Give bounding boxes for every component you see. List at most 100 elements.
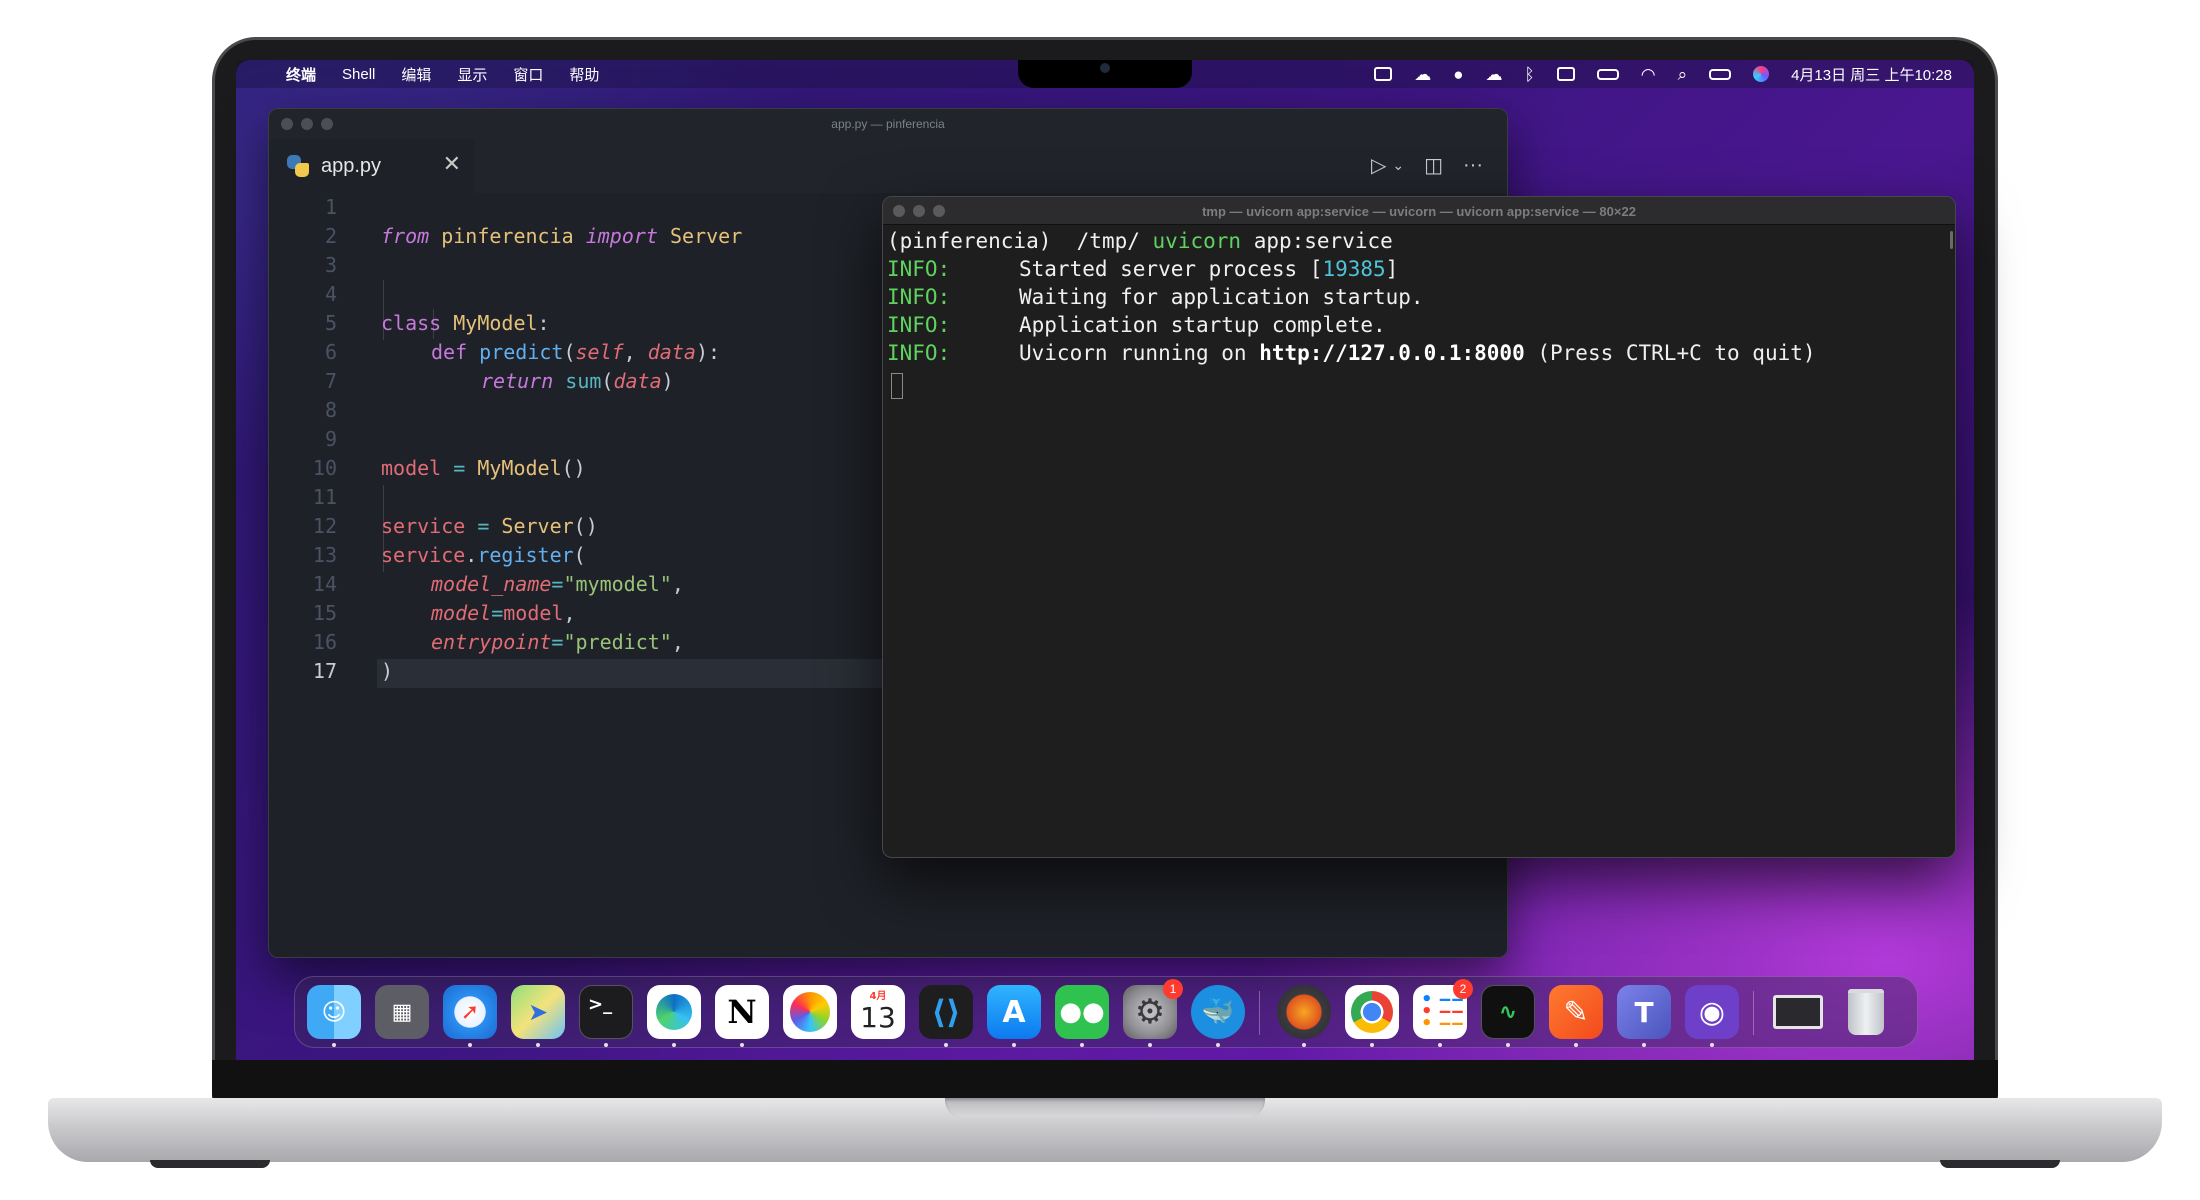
notification-badge: 1	[1163, 979, 1183, 999]
laptop-foot-right	[1940, 1160, 2060, 1168]
line-number-current: 17	[312, 659, 337, 683]
tab-app-py[interactable]: app.py ✕	[269, 139, 475, 193]
bluetooth-icon[interactable]: ᛒ	[1525, 66, 1535, 83]
siri-icon[interactable]	[1753, 66, 1770, 82]
reminders-wrapper: • ‒‒ • ‒‒ • ‒‒ 2	[1413, 979, 1473, 1039]
menu-shell[interactable]: Shell	[342, 66, 375, 83]
postman-icon[interactable]	[1277, 985, 1331, 1039]
photo-icon[interactable]	[1374, 67, 1393, 81]
control-center-icon[interactable]	[1709, 68, 1732, 80]
activity-monitor-icon[interactable]: ∿	[1481, 985, 1535, 1039]
keyboard-icon[interactable]	[1556, 67, 1575, 81]
paw-icon[interactable]: ✎	[1549, 985, 1603, 1039]
running-indicator	[332, 1043, 336, 1047]
launchpad-icon[interactable]: ▦	[375, 985, 429, 1039]
terminal-titlebar: tmp — uvicorn app:service — uvicorn — uv…	[883, 197, 1955, 225]
menu-clock[interactable]: 4月13日 周三 上午10:28	[1791, 64, 1952, 85]
wechat-icon[interactable]: ●	[1453, 66, 1463, 83]
search-icon[interactable]: ⌕	[1678, 66, 1688, 83]
battery-icon[interactable]	[1596, 68, 1619, 80]
trash-icon[interactable]	[1839, 985, 1893, 1039]
line-number: 14	[312, 572, 337, 596]
running-indicator	[1574, 1043, 1578, 1047]
running-indicator	[1216, 1043, 1220, 1047]
tab-label: app.py	[321, 154, 382, 177]
line-number: 8	[324, 398, 337, 422]
log-line: INFO:	[887, 257, 951, 281]
log-text: Started server process [19385]	[1019, 257, 1399, 281]
run-file-icon[interactable]: ▷	[1371, 153, 1386, 178]
vscode-titlebar: app.py — pinferencia	[269, 109, 1507, 139]
editor-tab-bar: app.py ✕	[269, 139, 1507, 193]
line-number: 3	[324, 253, 337, 277]
maps-icon[interactable]: ➤	[511, 985, 565, 1039]
wechat-app-icon[interactable]: ●●	[1055, 985, 1109, 1039]
terminal-window: tmp — uvicorn app:service — uvicorn — uv…	[882, 196, 1956, 858]
line-number: 12	[312, 514, 337, 538]
safari-icon[interactable]: ➚	[443, 985, 497, 1039]
menu-edit[interactable]: 编辑	[401, 64, 431, 85]
teams-icon[interactable]: T	[1617, 985, 1671, 1039]
running-indicator	[944, 1043, 948, 1047]
running-indicator	[1710, 1043, 1714, 1047]
editor-actions: ▷ ⌄ ◫ ···	[1371, 153, 1483, 178]
app-store-icon[interactable]: A	[987, 985, 1041, 1039]
menu-help[interactable]: 帮助	[569, 64, 599, 85]
server-url: http://127.0.0.1:8000	[1259, 341, 1525, 365]
photos-icon[interactable]	[783, 985, 837, 1039]
cloud-icon[interactable]: ☁	[1414, 66, 1431, 83]
edge-icon[interactable]	[647, 985, 701, 1039]
running-indicator	[468, 1043, 472, 1047]
menu-view[interactable]: 显示	[457, 64, 487, 85]
finder-icon[interactable]: ☺	[307, 985, 361, 1039]
running-indicator	[1642, 1043, 1646, 1047]
calendar-icon[interactable]: 4月 13	[851, 985, 905, 1039]
terminal-cursor	[891, 373, 903, 399]
terminal-output[interactable]: (pinferencia) /tmp/ uvicorn app:service …	[887, 227, 1945, 857]
running-indicator	[1080, 1043, 1084, 1047]
running-indicator	[604, 1043, 608, 1047]
vscode-app-icon[interactable]: ⟨⟩	[919, 985, 973, 1039]
notion-icon[interactable]: N	[715, 985, 769, 1039]
more-actions-icon[interactable]: ···	[1463, 154, 1483, 177]
line-number: 1	[324, 195, 337, 219]
line-number: 13	[312, 543, 337, 567]
dock: ☺ ▦ ➚ ➤ >_ N 4月 13 ⟨⟩ A ●● ⚙ 1 🐳 • ‒‒ • ‒…	[294, 976, 1918, 1048]
menu-window[interactable]: 窗口	[513, 64, 543, 85]
dock-separator	[1753, 991, 1754, 1035]
line-number: 4	[324, 282, 337, 306]
terminal-app-icon[interactable]: >_	[579, 985, 633, 1039]
system-preferences-wrapper: ⚙ 1	[1123, 979, 1183, 1039]
run-menu-chevron-icon[interactable]: ⌄	[1392, 157, 1404, 174]
github-desktop-icon[interactable]: ◉	[1685, 985, 1739, 1039]
cloud-sync-icon[interactable]: ☁	[1486, 66, 1503, 83]
terminal-prompt-line: (pinferencia) /tmp/ uvicorn app:service	[887, 229, 1393, 253]
running-indicator	[536, 1043, 540, 1047]
wifi-icon[interactable]: ◠	[1641, 66, 1656, 83]
log-text: Application startup complete.	[1019, 313, 1386, 337]
laptop-opening-notch	[945, 1098, 1265, 1118]
running-indicator	[1506, 1043, 1510, 1047]
line-number: 9	[324, 427, 337, 451]
chrome-icon[interactable]	[1345, 985, 1399, 1039]
line-number: 2	[324, 224, 337, 248]
running-indicator	[1148, 1043, 1152, 1047]
terminal-window-title: tmp — uvicorn app:service — uvicorn — uv…	[1202, 204, 1636, 219]
running-indicator	[740, 1043, 744, 1047]
running-indicator	[1370, 1043, 1374, 1047]
notification-badge: 2	[1453, 979, 1473, 999]
screen-window-icon[interactable]	[1771, 985, 1825, 1039]
python-file-icon	[287, 155, 309, 177]
menu-app-name[interactable]: 终端	[286, 64, 316, 85]
close-tab-icon[interactable]: ✕	[443, 153, 461, 175]
terminal-scrollbar[interactable]	[1950, 231, 1953, 249]
running-indicator	[1302, 1043, 1306, 1047]
running-indicator	[672, 1043, 676, 1047]
laptop-foot-left	[150, 1160, 270, 1168]
split-editor-icon[interactable]: ◫	[1424, 153, 1443, 178]
line-number: 11	[312, 485, 337, 509]
line-number: 6	[324, 340, 337, 364]
docker-icon[interactable]: 🐳	[1191, 985, 1245, 1039]
log-line: INFO:	[887, 313, 951, 337]
log-line: INFO:	[887, 341, 951, 365]
